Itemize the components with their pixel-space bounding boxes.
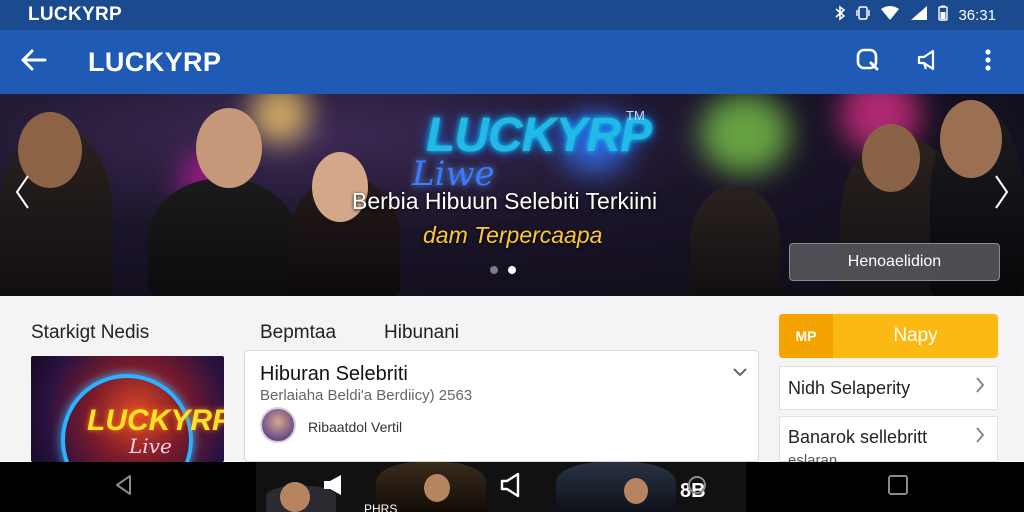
hero-action-button[interactable]: Henoaelidion [789,243,1000,281]
featured-thumbnail[interactable]: LUCKYRP Live [31,356,224,462]
search-icon [855,47,881,78]
expand-button[interactable] [732,361,748,382]
cast-button[interactable] [316,470,350,504]
volume-icon [498,472,524,503]
singer-face [196,108,262,188]
content-area: Starkigt Nedis Bepmtaa Hibunani LUCKYRP … [0,296,1024,469]
crowd-face [862,124,920,192]
chevron-right-icon [975,376,985,400]
app-actions [848,42,1024,82]
chevron-down-icon [732,361,748,381]
news-card[interactable]: Hiburan Selebriti Berlaiaha Beldi'a Berd… [244,350,759,462]
chevron-right-icon [975,426,985,450]
chevron-left-icon [14,175,30,219]
system-nav-bar: PHRS 8B [0,462,1024,512]
status-app-name: LUCKYRP [28,4,122,25]
carousel-prev-button[interactable] [14,174,30,220]
sidebar-header-button[interactable]: MP Napy [779,314,998,358]
thumbnail-logo: LUCKYRP [87,404,224,437]
sidebar-badge: MP [779,314,833,358]
app-title: LUCKYRP [88,46,222,77]
status-icons: 36:31 [834,5,996,25]
battery-icon [938,5,949,25]
strip-face [424,474,450,502]
status-bar: LUCKYRP 36:31 [0,0,1024,30]
cast-icon [321,473,345,502]
strip-face [624,478,648,504]
hero-subtitle-2: dam Terpercaapa [423,222,603,248]
hero-logo-tm: TM [626,108,645,123]
carousel-dot[interactable] [490,266,498,274]
more-options-button[interactable] [968,42,1008,82]
nav-home-button[interactable] [680,470,714,504]
hero-subtitle-1: Berbia Hibuun Selebiti Terkiini [352,188,658,214]
singer-body [148,178,298,296]
share-button[interactable] [908,42,948,82]
sidebar-item-1[interactable]: Nidh Selaperity [779,366,998,410]
crowd-face [940,100,1002,178]
nav-back-icon [112,473,136,502]
status-time: 36:31 [958,6,996,24]
stage-light [700,94,790,174]
strip-text: PHRS [364,502,398,512]
hero-banner[interactable]: LUCKYRP TM Liwe Berbia Hibuun Selebiti T… [0,94,1024,296]
nav-back-button[interactable] [107,470,141,504]
carousel-dot-active[interactable] [508,266,516,274]
carousel-next-button[interactable] [994,174,1010,220]
back-button[interactable] [0,30,66,94]
card-author: Ribaatdol Vertil [308,419,403,435]
search-button[interactable] [848,42,888,82]
carousel-dots [490,266,516,274]
tab-hibunani[interactable]: Hibunani [384,322,459,344]
share-icon [915,47,941,78]
section-title-left: Starkigt Nedis [31,322,150,343]
chevron-right-icon [994,175,1010,219]
app-bar: LUCKYRP [0,30,1024,94]
nav-recents-icon [887,474,909,501]
thumbnail-script: Live [129,434,172,458]
bluetooth-icon [834,5,846,25]
strip-face [280,482,310,512]
sidebar-item-label: Nidh Selaperity [788,378,911,398]
signal-icon [910,5,928,25]
more-vert-icon [984,48,992,77]
volume-button[interactable] [494,470,528,504]
strip-crowd [556,462,676,512]
card-meta: Berlaiaha Beldi'a Berdiicy) 2563 [260,387,473,404]
crowd-person [690,186,780,296]
back-arrow-icon [19,48,47,77]
sidebar-header-label: Napy [893,325,938,346]
nav-home-icon [686,474,708,501]
sidebar-item-2[interactable]: Banarok sellebritt eslaran [779,416,998,469]
nav-recents-button[interactable] [881,470,915,504]
tab-bepmtaa[interactable]: Bepmtaa [260,322,336,344]
wifi-icon [880,5,900,25]
card-title: Hiburan Selebriti [260,363,408,385]
vibrate-icon [856,5,871,25]
author-avatar [260,407,296,443]
sidebar-item-label: Banarok sellebritt [788,427,928,447]
